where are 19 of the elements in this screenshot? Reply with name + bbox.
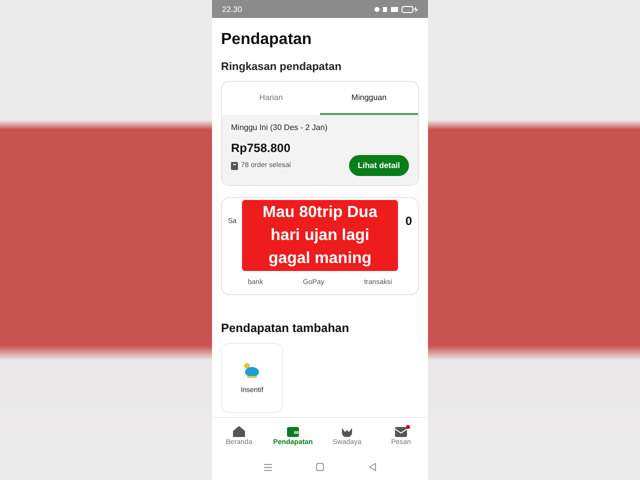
section-heading: Pendapatan tambahan xyxy=(221,321,350,335)
status-time: 22.30 xyxy=(222,4,242,14)
mail-icon xyxy=(395,426,407,436)
page-title: Pendapatan xyxy=(221,31,313,49)
card-value: 0 xyxy=(405,214,412,228)
menu-icon[interactable] xyxy=(264,464,272,470)
period-label: Minggu Ini (30 Des - 2 Jan) xyxy=(231,123,328,132)
status-icons xyxy=(374,6,418,12)
caption-overlay: Mau 80trip Dua hari ujan lagi gagal maning xyxy=(242,200,398,271)
section-heading: Ringkasan pendapatan xyxy=(221,61,342,73)
detail-button[interactable]: Lihat detail xyxy=(348,155,409,176)
wallet-icon xyxy=(287,426,299,436)
earnings-amount: Rp758.800 xyxy=(231,141,292,155)
piggy-bank-icon xyxy=(243,362,261,378)
back-icon[interactable] xyxy=(368,463,376,471)
home-icon xyxy=(233,426,245,437)
home-square-icon[interactable] xyxy=(316,463,324,471)
receipt-icon xyxy=(231,162,238,170)
period-tab[interactable]: Mingguan xyxy=(320,82,418,115)
